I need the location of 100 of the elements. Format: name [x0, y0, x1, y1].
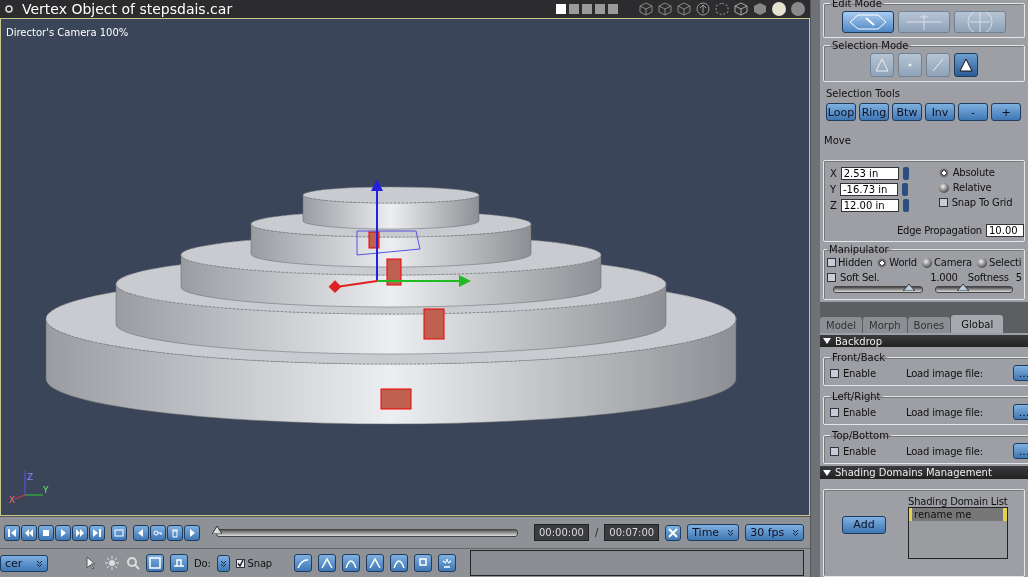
spinner-icon[interactable] — [902, 167, 909, 180]
smooth-sphere-icon[interactable] — [771, 1, 787, 17]
ground-plane-icon[interactable] — [170, 554, 188, 573]
spinner-icon[interactable] — [902, 199, 909, 212]
radio-label: Camera — [933, 257, 972, 268]
checkbox[interactable] — [830, 368, 839, 378]
rewind-icon[interactable] — [21, 524, 37, 541]
trash-icon[interactable] — [167, 524, 183, 541]
axis-label: Y — [43, 484, 49, 495]
chevron-down-icon — [219, 559, 227, 567]
chevron-down-icon — [727, 529, 735, 537]
collapse-triangle-icon[interactable] — [823, 468, 831, 477]
collapse-triangle-icon[interactable] — [823, 337, 831, 346]
slider[interactable] — [935, 286, 1013, 293]
checkbox[interactable] — [827, 258, 836, 267]
fast-forward-icon[interactable] — [72, 524, 88, 541]
slider-thumb[interactable] — [956, 284, 969, 291]
arch-icon[interactable] — [341, 554, 360, 573]
checkbox[interactable] — [830, 446, 839, 456]
do-dropdown[interactable] — [216, 554, 230, 572]
stop-icon[interactable] — [38, 524, 54, 541]
axis-label: X — [830, 168, 837, 179]
next-key-icon[interactable] — [184, 524, 200, 541]
time-mode-dropdown[interactable]: Time — [687, 524, 740, 542]
section-header[interactable]: Shading Domains Management — [820, 466, 1028, 479]
peak-icon[interactable] — [365, 554, 384, 573]
tab[interactable]: Morph — [863, 317, 907, 334]
group-title: Edit Mode — [831, 0, 883, 9]
skip-to-start-icon[interactable] — [4, 524, 20, 541]
circle-icon — [4, 4, 14, 14]
chevron-down-icon — [792, 529, 800, 537]
time-separator: / — [594, 527, 599, 539]
checkbox[interactable] — [827, 273, 836, 282]
wireframe-cube-icon[interactable] — [638, 1, 654, 17]
radio-button[interactable] — [938, 167, 949, 178]
vertex-cage-icon[interactable] — [842, 11, 894, 33]
do-label: Do: — [194, 557, 211, 569]
burst-icon[interactable] — [437, 554, 456, 573]
coordinate-field[interactable]: -16.73 in — [839, 183, 898, 196]
selection-tool-button[interactable]: - — [958, 103, 988, 121]
coordinate-field[interactable]: 12.00 in — [840, 199, 899, 212]
tab[interactable]: Bones — [907, 317, 951, 334]
browse-button[interactable]: ... — [1013, 404, 1028, 421]
checkbox-label: Snap To Grid — [951, 197, 1013, 208]
key-icon[interactable] — [150, 524, 166, 541]
radio-button[interactable] — [938, 182, 949, 193]
fps-dropdown[interactable]: 30 fps — [745, 524, 805, 542]
total-time-field[interactable]: 00:07:00 — [604, 524, 660, 542]
section-header[interactable]: Backdrop — [820, 335, 1028, 348]
load-image-label: Load image file: — [906, 367, 983, 379]
slider-thumb[interactable] — [902, 284, 915, 291]
checkbox-label: Enable — [843, 406, 876, 418]
list-item[interactable]: rename me — [909, 507, 1007, 521]
slider-thumb[interactable] — [212, 525, 222, 534]
radio-button[interactable] — [977, 257, 987, 268]
skip-to-end-icon[interactable] — [89, 524, 105, 541]
radio-label: Selecti — [989, 257, 1022, 268]
edge-propagation-field[interactable]: 10.00 — [986, 224, 1024, 237]
play-icon[interactable] — [55, 524, 71, 541]
checkbox[interactable] — [830, 407, 839, 417]
checkbox-label: Hidden — [838, 257, 873, 268]
checkbox[interactable] — [938, 198, 948, 207]
selection-tool-button[interactable]: Ring — [859, 103, 889, 121]
radio-button[interactable] — [921, 257, 932, 268]
checkbox[interactable] — [235, 558, 245, 568]
current-time-field[interactable]: 00:00:00 — [534, 524, 589, 542]
wireframe-cube-icon[interactable] — [676, 1, 692, 17]
pointer-icon[interactable] — [84, 556, 98, 571]
tab[interactable]: Global — [951, 315, 1004, 334]
load-image-label: Load image file: — [906, 406, 983, 418]
arch-icon[interactable] — [389, 554, 408, 573]
selection-tool-button[interactable]: Loop — [826, 103, 856, 121]
previous-key-icon[interactable] — [133, 524, 149, 541]
softness-value: 5 — [1015, 272, 1022, 283]
cross-icon[interactable] — [665, 524, 682, 541]
dropdown[interactable]: cer — [0, 554, 48, 572]
curve-icon[interactable] — [293, 554, 312, 573]
radio-label: Absolute — [952, 167, 995, 178]
coordinate-field[interactable]: 2.53 in — [840, 167, 899, 180]
slider[interactable] — [833, 286, 923, 293]
cube-outline-icon[interactable] — [733, 1, 749, 17]
arrow-up-circle-icon[interactable] — [695, 1, 711, 17]
radio-button[interactable] — [877, 257, 888, 268]
loop-icon[interactable] — [111, 524, 127, 541]
browse-button[interactable]: ... — [1013, 365, 1028, 382]
group-title: Front/Back — [831, 352, 886, 364]
radio-label: World — [889, 257, 917, 268]
peak-icon[interactable] — [317, 554, 336, 573]
selection-tool-button[interactable]: Inv — [925, 103, 955, 121]
selection-tool-button[interactable]: + — [991, 103, 1021, 121]
snap-label: Snap — [247, 557, 272, 569]
tab[interactable]: Model — [820, 317, 863, 334]
browse-button[interactable]: ... — [1013, 443, 1028, 460]
checkbox-label: Soft Sel. — [840, 272, 880, 283]
triangle-outline-icon[interactable] — [870, 53, 894, 77]
wireframe-cube-icon[interactable] — [657, 1, 673, 17]
selection-tool-button[interactable]: Btw — [892, 103, 922, 121]
spinner-icon[interactable] — [901, 183, 908, 196]
add-button[interactable]: Add — [842, 515, 886, 534]
frame-icon[interactable] — [146, 554, 164, 573]
